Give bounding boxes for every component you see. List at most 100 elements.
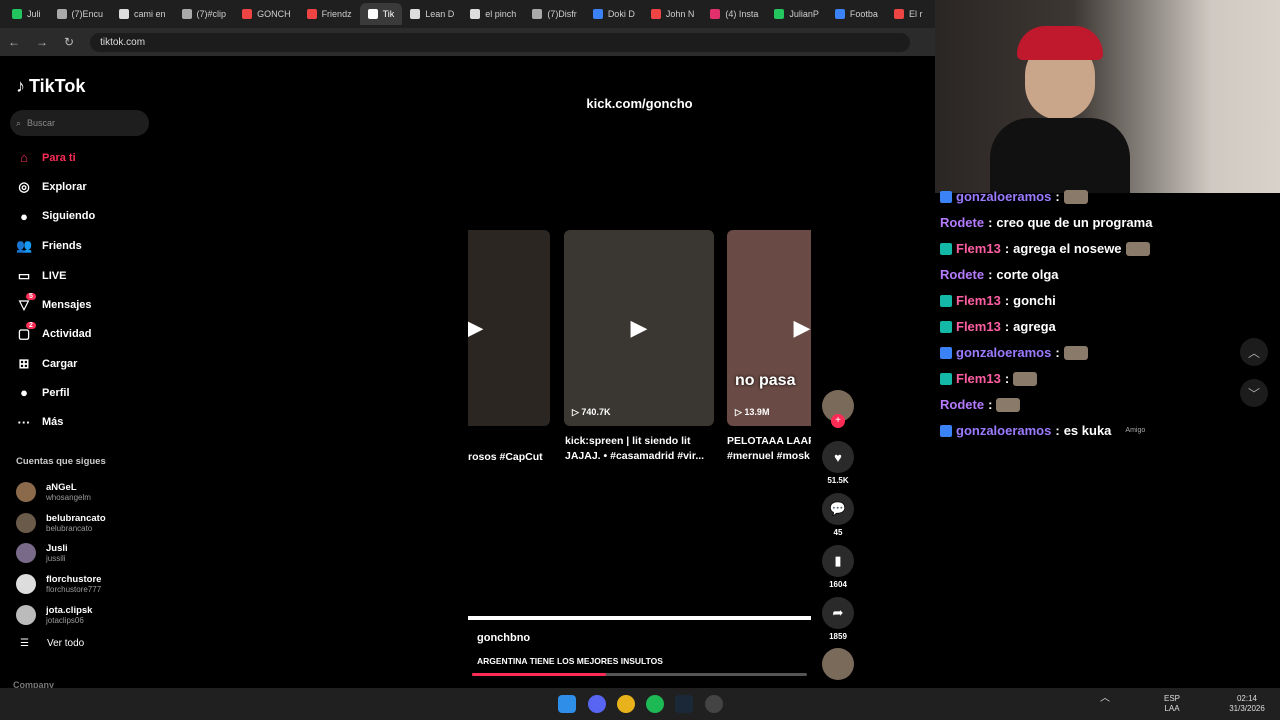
chat-username[interactable]: Flem13 [956,319,1001,334]
sidebar-item-mensajes[interactable]: ▽ Mensajes 5 [16,293,92,313]
browser-tab[interactable]: cami en [111,3,174,25]
video-progress-bar[interactable] [472,673,807,676]
tiktok-logo[interactable]: ♪ TikTok [16,76,85,97]
browser-tab[interactable]: GONCH [234,3,299,25]
chevron-up-icon[interactable]: ︿ [1240,338,1268,366]
account-name: belubrancato [46,512,106,524]
browser-tab[interactable]: Tik [359,3,403,25]
chat-username[interactable]: gonzaloeramos [956,345,1051,360]
heart-icon[interactable]: ♥ [822,441,854,473]
back-icon[interactable]: ← [8,35,20,49]
language-indicator[interactable]: ESP LAA [1164,694,1180,714]
url-field[interactable]: tiktok.com [90,32,911,52]
bookmark-icon[interactable]: ▮ [822,545,854,577]
profile-icon: ● [20,385,28,401]
account-name: aNGeL [46,482,77,493]
sidebar-item-más[interactable]: ··· Más [16,415,64,430]
tray-arrow-icon[interactable]: ︿ [1100,694,1110,704]
sidebar-item-friends[interactable]: 👥 Friends [16,238,82,254]
search-input[interactable]: ⌕ Buscar [10,110,149,136]
spotify-icon[interactable] [646,695,664,713]
sidebar-item-label: LIVE [42,269,67,282]
follow-plus-icon[interactable]: + [831,414,845,428]
chat-username[interactable]: gonzaloeramos [956,189,1051,204]
followed-account[interactable]: Jusli jussili [16,543,68,564]
chat-username[interactable]: Flem13 [956,371,1001,386]
tab-title: Doki D [607,9,635,19]
chat-username[interactable]: Rodete [940,267,984,282]
browser-tab[interactable]: Footba [827,3,886,25]
video-card-3[interactable]: ▶ no pasa ▷ 13.9M [727,230,811,426]
chat-username[interactable]: Rodete [940,397,984,412]
browser-tab[interactable]: el pinch [462,3,524,25]
browser-tab[interactable]: Lean D [402,3,462,25]
chevron-down-icon[interactable]: ﹀ [1240,379,1268,407]
tab-favicon-icon [410,9,421,19]
chat-username[interactable]: Rodete [940,215,984,230]
tab-favicon-icon [242,9,253,19]
see-all-button[interactable]: ☰ Ver todo [20,638,84,649]
tab-favicon-icon [834,9,845,19]
browser-tab[interactable]: Doki D [585,3,643,25]
clock[interactable]: 02:14 31/3/2026 [1224,694,1270,714]
compass-icon: ◎ [18,179,30,195]
tab-favicon-icon [181,9,192,19]
chrome-icon[interactable] [617,695,635,713]
card-caption: kick:spreen | lit siendo lit JAJAJ. • #c… [565,435,705,462]
tab-favicon-icon [893,9,904,19]
steam-icon[interactable] [675,695,693,713]
avatar [16,574,36,595]
chat-message: Flem13: agrega el nosewe [940,241,1150,256]
tab-favicon-icon [367,9,378,19]
account-handle: whosangelm [46,493,91,502]
chat-separator: : [1055,423,1060,438]
sidebar-item-perfil[interactable]: ● Perfil [16,385,69,401]
tab-title: Friendz [321,9,352,19]
reload-icon[interactable]: ↻ [64,35,74,49]
tiktok-note-icon: ♪ [16,76,25,96]
browser-tab[interactable]: John N [643,3,703,25]
video-card-1[interactable]: ▶ [468,230,550,426]
tab-title: (7)Encu [71,9,104,19]
browser-tab[interactable]: (7)Disfr [524,3,585,25]
user-badge-icon [940,242,952,255]
tab-favicon-icon [470,9,481,19]
app-icon[interactable] [705,695,723,713]
card-caption: rosos #CapCut [468,451,543,463]
video-author[interactable]: gonchbno [477,632,530,644]
sidebar-item-actividad[interactable]: ▢ Actividad 2 [16,322,92,342]
chat-username[interactable]: gonzaloeramos [956,423,1051,438]
windows-taskbar: ︿ ESP LAA 02:14 31/3/2026 [0,688,1280,720]
see-all-label: Ver todo [46,638,85,649]
music-avatar[interactable] [822,648,854,680]
forward-icon[interactable]: → [36,35,48,49]
followed-account[interactable]: jota.clipsk jotaclips06 [16,604,92,625]
account-name: florchustore [46,574,102,586]
stream-chat: ︿ ﹀ gonzaloeramos: Rodete: creo que de un … [935,189,1280,688]
browser-tab[interactable]: El r [886,3,931,25]
browser-tab[interactable]: (4) Insta [702,3,766,25]
chat-emote-icon [1013,371,1038,386]
comment-icon[interactable]: 💬 [822,493,854,525]
sidebar-item-live[interactable]: ▭ LIVE [16,268,67,284]
sidebar-item-para-ti[interactable]: ⌂ Para ti [16,150,76,165]
sidebar-item-label: Mensajes [42,299,92,311]
sidebar-item-siguiendo[interactable]: ● Siguiendo [16,209,95,224]
sidebar-item-explorar[interactable]: ◎ Explorar [16,179,86,195]
windows-start-icon[interactable] [558,695,576,713]
discord-icon[interactable] [588,695,606,713]
chat-username[interactable]: Flem13 [956,293,1001,308]
browser-tab[interactable]: Juli [4,3,49,25]
browser-tab[interactable]: Friendz [299,3,360,25]
followed-account[interactable]: belubrancato belubrancato [16,512,106,533]
followed-account[interactable]: florchustore florchustore777 [16,574,102,595]
followed-account[interactable]: aNGeL whosangelm [16,482,91,502]
sidebar-item-cargar[interactable]: ⊞ Cargar [16,356,78,372]
tab-title: Juli [27,9,41,19]
browser-tab[interactable]: (7)Encu [49,3,112,25]
browser-tab[interactable]: JulianP [766,3,827,25]
browser-tab[interactable]: (7)#clip [174,3,235,25]
share-icon[interactable]: ➦ [822,597,854,629]
video-card-2[interactable]: ▶ ▷ 740.7K [564,230,714,426]
chat-username[interactable]: Flem13 [956,241,1001,256]
